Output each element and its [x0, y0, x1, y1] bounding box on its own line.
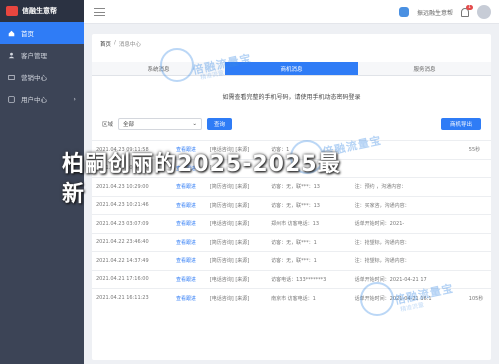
row-channel: [简历咨询] [来源]	[205, 251, 268, 270]
region-selected: 全部	[123, 122, 135, 128]
row-time: 2021.04.22 14:37:49	[92, 251, 172, 270]
headline-line-2: 新	[62, 182, 86, 207]
row-time: 2021.04.21 17:16:00	[92, 269, 172, 289]
table-row: 2021.04.22 14:37:49 查看跟进 [简历咨询] [来源] 访客：无，联…	[92, 251, 491, 270]
export-button[interactable]: 商机导出	[441, 118, 481, 130]
bell-icon[interactable]: 1	[461, 4, 473, 17]
row-follow-link[interactable]: 查看跟进	[171, 232, 206, 252]
sidebar-item-label: 客户管理	[21, 52, 47, 60]
row-duration	[464, 158, 491, 178]
logo-icon	[6, 6, 18, 16]
row-duration	[464, 269, 491, 289]
breadcrumb: 首页 / 消息中心	[100, 40, 141, 48]
users-icon	[8, 52, 15, 58]
row-time: 2021.04.22 23:46:40	[92, 232, 172, 252]
overlay-headline: 柏嗣创丽的2025-2025最 新	[62, 150, 341, 210]
marketing-icon	[8, 74, 15, 80]
breadcrumb-current: 消息中心	[118, 42, 141, 48]
row-visitor-info: 访客：无，联***：1	[267, 232, 351, 252]
headline-line-1: 柏嗣创丽的2025-2025最	[62, 152, 341, 177]
row-channel: [电话咨询] [来源]	[205, 214, 268, 233]
row-channel: [电话咨询] [来源]	[205, 288, 268, 307]
home-icon	[8, 30, 15, 36]
row-follow-note	[350, 158, 465, 178]
sidebar-item-label: 首页	[21, 30, 34, 38]
notification-badge: 1	[466, 4, 473, 10]
row-follow-link[interactable]: 查看跟进	[171, 269, 206, 289]
filter-bar: 区域 全部 ⌄ 查询	[102, 118, 233, 130]
row-duration	[464, 232, 491, 252]
table-row: 2021.04.22 23:46:40 查看跟进 [简历咨询] [来源] 访客：无，联…	[92, 232, 491, 252]
chevron-right-icon: ›	[73, 95, 76, 103]
row-follow-note: 注：预约 ，沟通内容：	[350, 177, 465, 196]
topbar: 振远融生意帮 1	[84, 0, 499, 24]
sidebar-item-customers[interactable]: 客户管理	[0, 44, 84, 66]
row-duration	[464, 195, 491, 215]
row-duration	[464, 214, 491, 233]
row-follow-link[interactable]: 查看跟进	[171, 288, 206, 307]
row-duration	[464, 177, 491, 196]
row-visitor-info: 郑州市 访客电话：13	[267, 214, 351, 233]
phone-notice: 如需查看完整的手机号码，请使用手机动态密码登录	[222, 94, 361, 101]
message-tabs: 系统消息 商机消息 服务消息	[92, 62, 491, 76]
sidebar-item-home[interactable]: 首页	[0, 22, 84, 44]
search-button[interactable]: 查询	[207, 118, 233, 130]
avatar[interactable]	[477, 5, 491, 19]
chevron-down-icon: ⌄	[192, 121, 198, 127]
region-label: 区域	[102, 122, 114, 128]
row-channel: [电话咨询] [来源]	[205, 269, 268, 289]
breadcrumb-home[interactable]: 首页	[100, 40, 111, 48]
row-follow-link[interactable]: 查看跟进	[171, 251, 206, 270]
account-icon	[398, 7, 409, 17]
row-visitor-info: 访客：无，联***：1	[267, 251, 351, 270]
row-follow-link[interactable]: 查看跟进	[171, 214, 206, 233]
region-select[interactable]: 全部 ⌄	[118, 118, 203, 130]
row-visitor-info: 南京市 访客电话：1	[267, 288, 351, 307]
row-follow-note: 注：抢望标，沟通内容：	[350, 232, 465, 252]
sidebar-item-label: 营销中心	[21, 74, 47, 82]
row-time: 2021.04.23 03:07:09	[92, 214, 172, 233]
sidebar-item-marketing[interactable]: 营销中心	[0, 66, 84, 88]
breadcrumb-separator: /	[114, 40, 116, 46]
watermark-stamp	[160, 48, 194, 82]
sidebar-item-user-center[interactable]: 用户中心 ›	[0, 88, 84, 110]
user-name[interactable]: 振远融生意帮	[417, 8, 453, 17]
tab-service[interactable]: 服务消息	[358, 62, 491, 75]
watermark-stamp	[360, 282, 394, 316]
row-visitor-info: 访客电话：133*******3	[267, 269, 351, 289]
sidebar-item-label: 用户中心	[21, 96, 47, 104]
row-duration: 55秒	[464, 140, 491, 159]
row-channel: [简历咨询] [来源]	[205, 232, 268, 252]
row-follow-note: 注：买家咨，沟通内容：	[350, 195, 465, 215]
row-follow-note: 注：抢望标，沟通内容：	[350, 251, 465, 270]
row-duration: 105秒	[464, 288, 491, 307]
row-follow-note: 话单开始时间：2021-	[350, 214, 465, 233]
row-duration	[464, 251, 491, 270]
menu-toggle-icon[interactable]	[94, 8, 105, 16]
row-time: 2021.04.21 16:11:23	[92, 288, 172, 307]
brand-name: 信融生意帮	[22, 7, 57, 15]
brand-logo[interactable]: 信融生意帮	[0, 0, 84, 22]
table-row: 2021.04.23 03:07:09 查看跟进 [电话咨询] [来源] 郑州市 访客…	[92, 214, 491, 233]
user-center-icon	[8, 95, 15, 103]
